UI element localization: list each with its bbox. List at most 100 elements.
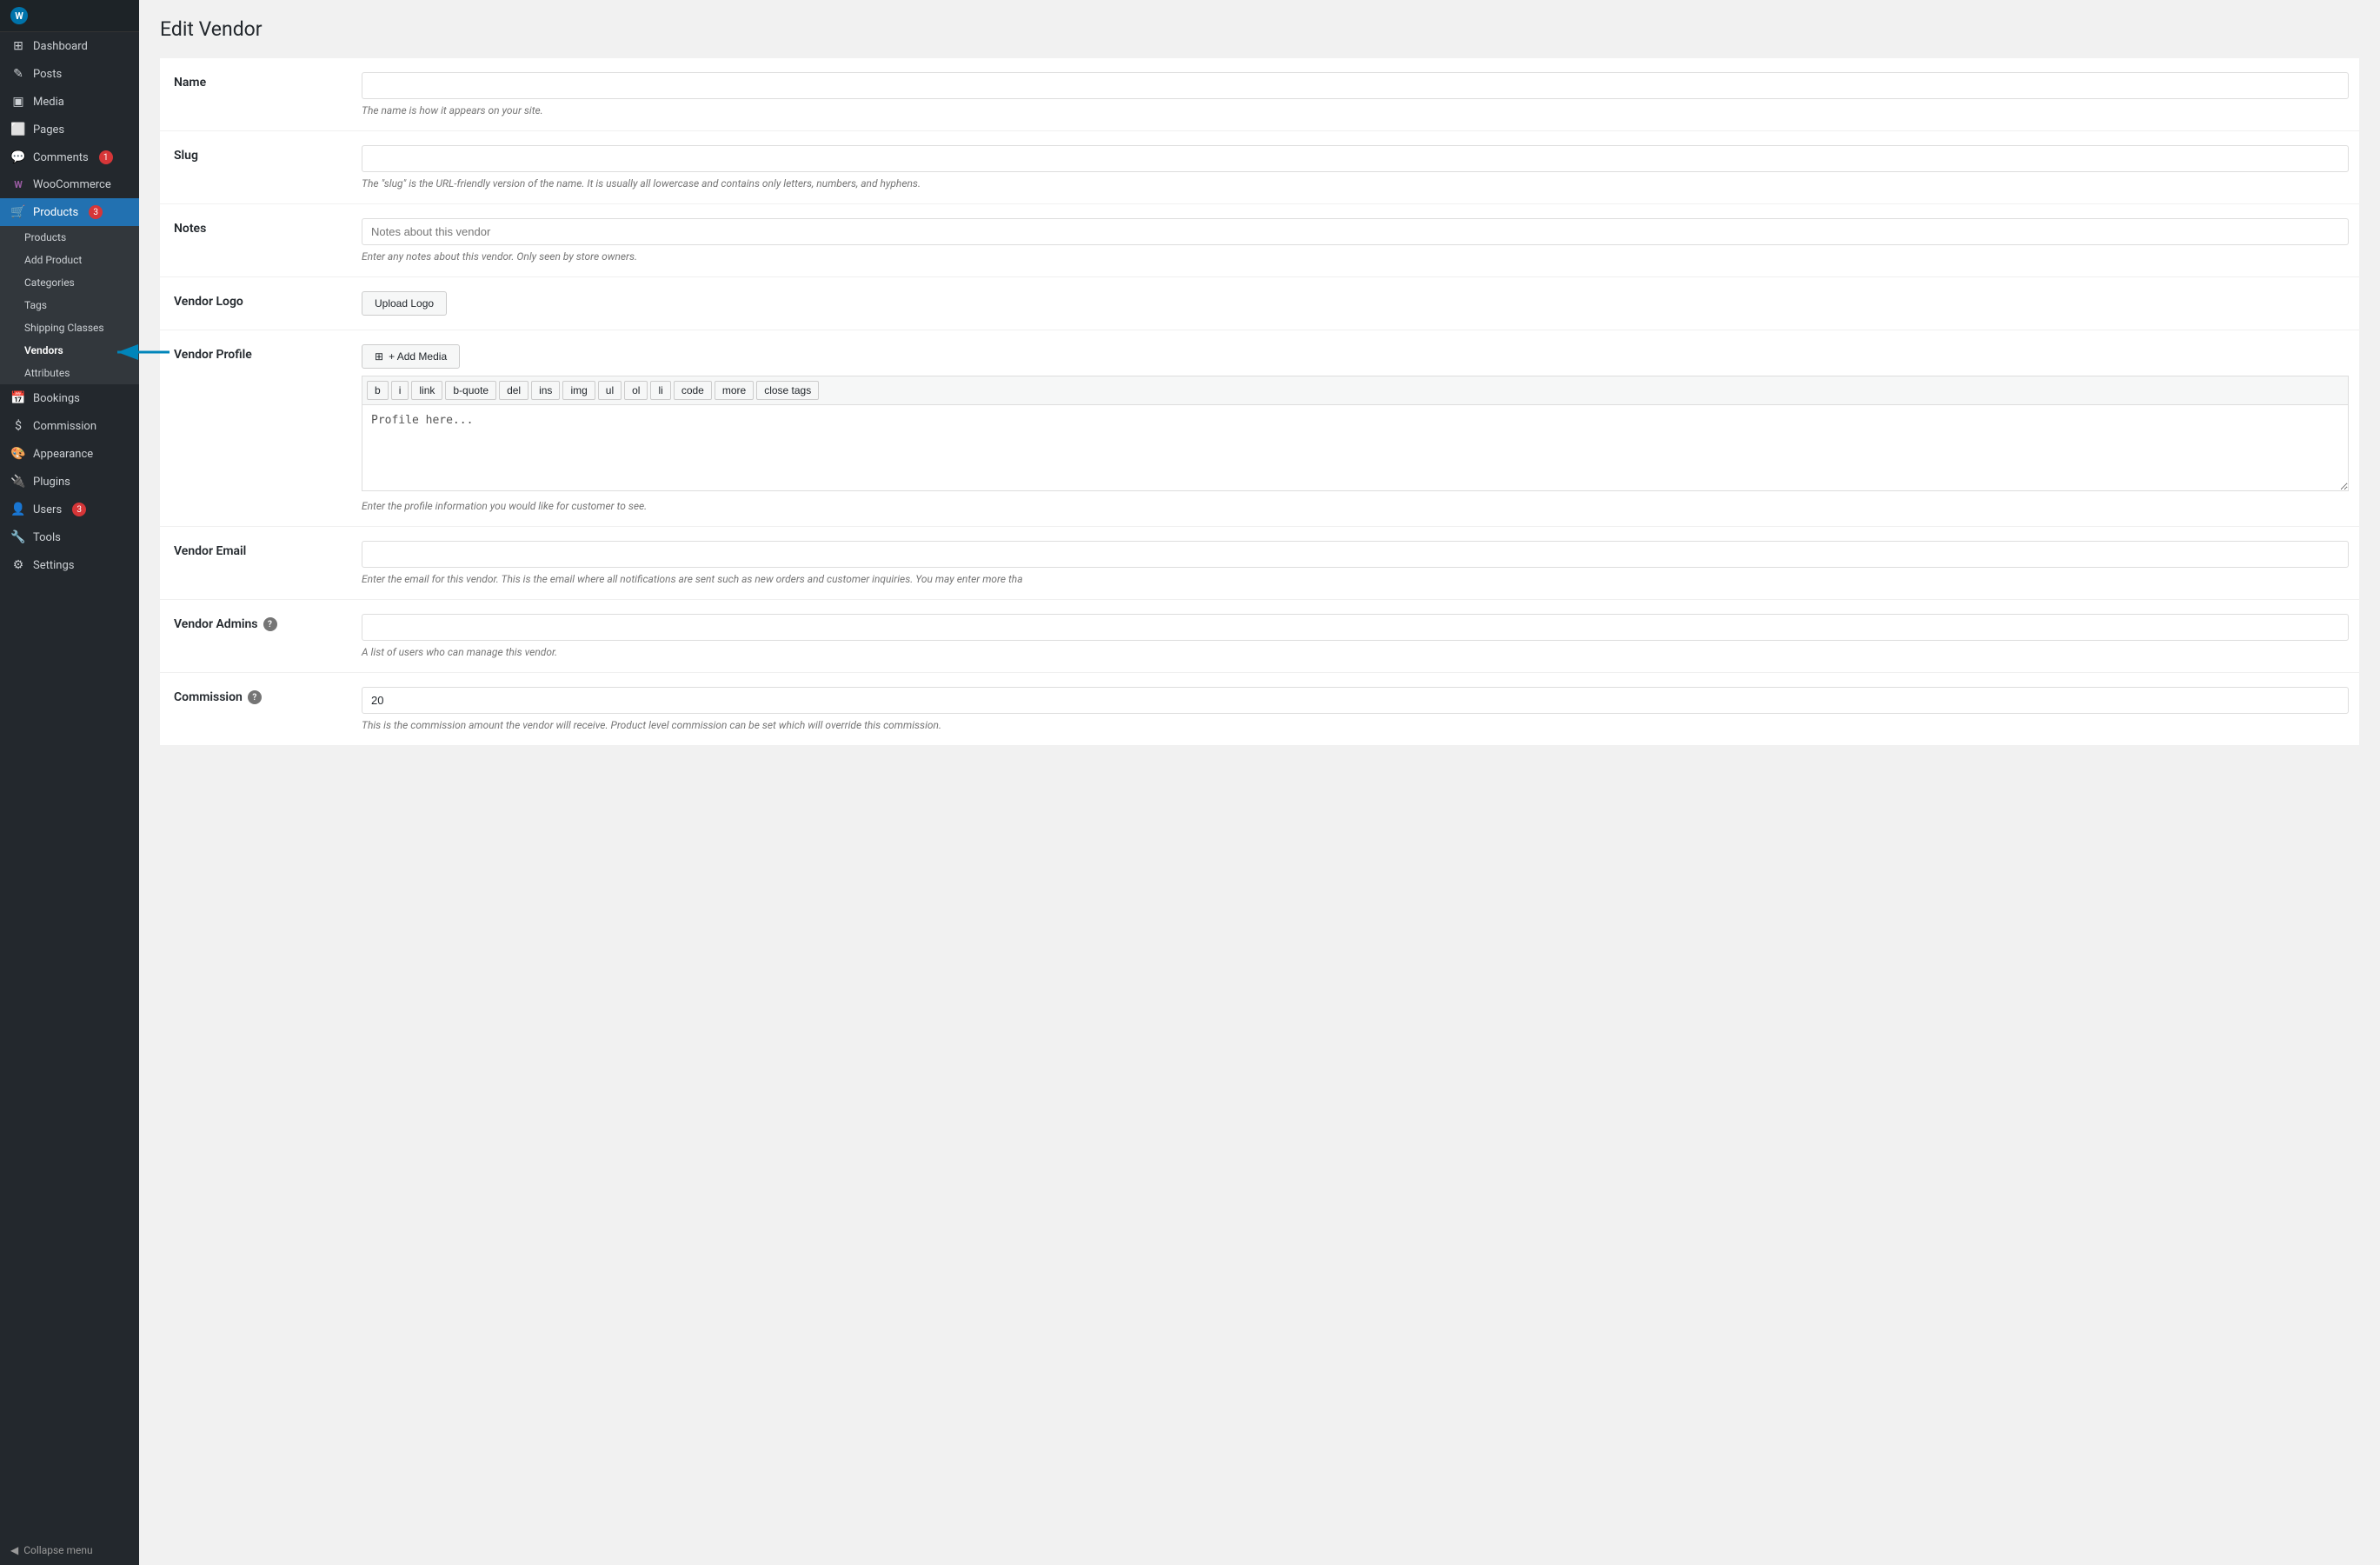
- add-media-icon: ⊞: [375, 350, 383, 363]
- plugins-icon: 🔌: [10, 475, 26, 489]
- vendor-admins-text: Vendor Admins: [174, 617, 258, 631]
- products-icon: 🛒: [10, 205, 26, 219]
- name-input[interactable]: [362, 72, 2349, 99]
- subnav-shipping-classes[interactable]: Shipping Classes: [0, 316, 139, 339]
- products-badge: 3: [89, 205, 103, 219]
- sidebar-item-label: Settings: [33, 559, 74, 572]
- slug-label: Slug: [160, 131, 351, 204]
- toolbar-btn-more[interactable]: more: [715, 381, 754, 400]
- subnav-tags[interactable]: Tags: [0, 294, 139, 316]
- toolbar-btn-ol[interactable]: ol: [624, 381, 648, 400]
- vendor-profile-row: Vendor Profile ⊞ + Add Media bilinkb-quo…: [160, 330, 2359, 527]
- toolbar-btn-li[interactable]: li: [650, 381, 670, 400]
- vendors-label: Vendors: [24, 344, 63, 356]
- sidebar-item-settings[interactable]: ⚙ Settings: [0, 551, 139, 579]
- profile-hint: Enter the profile information you would …: [362, 500, 2349, 512]
- subnav-add-product[interactable]: Add Product: [0, 249, 139, 271]
- slug-input[interactable]: [362, 145, 2349, 172]
- sidebar-item-label: Pages: [33, 123, 64, 137]
- editor-toolbar: bilinkb-quotedelinsimgulollicodemoreclos…: [362, 376, 2349, 404]
- commission-icon: $: [10, 419, 26, 433]
- site-logo: W: [0, 0, 139, 32]
- commission-label: Commission ?: [160, 673, 351, 746]
- commission-help-icon[interactable]: ?: [248, 690, 262, 704]
- settings-icon: ⚙: [10, 558, 26, 572]
- profile-editor[interactable]: Profile here...: [362, 404, 2349, 491]
- toolbar-btn-del[interactable]: del: [499, 381, 529, 400]
- name-hint: The name is how it appears on your site.: [362, 104, 2349, 117]
- sidebar-item-tools[interactable]: 🔧 Tools: [0, 523, 139, 551]
- sidebar-item-bookings[interactable]: 📅 Bookings: [0, 384, 139, 412]
- vendor-profile-label: Vendor Profile: [160, 330, 351, 527]
- vendor-logo-cell: Upload Logo: [351, 277, 2359, 330]
- toolbar-btn-b-quote[interactable]: b-quote: [445, 381, 496, 400]
- subnav-vendors[interactable]: Vendors: [0, 339, 139, 362]
- sidebar-item-media[interactable]: ▣ Media: [0, 88, 139, 116]
- name-cell: The name is how it appears on your site.: [351, 58, 2359, 131]
- upload-logo-button[interactable]: Upload Logo: [362, 291, 447, 316]
- vendor-admins-hint: A list of users who can manage this vend…: [362, 646, 2349, 658]
- subnav-categories[interactable]: Categories: [0, 271, 139, 294]
- comments-badge: 1: [99, 150, 113, 164]
- notes-hint: Enter any notes about this vendor. Only …: [362, 250, 2349, 263]
- vendor-admins-row: Vendor Admins ? A list of users who can …: [160, 600, 2359, 673]
- sidebar-item-label: Appearance: [33, 448, 93, 461]
- tools-icon: 🔧: [10, 530, 26, 544]
- sidebar-item-users[interactable]: 👤 Users 3: [0, 496, 139, 523]
- sidebar-item-products[interactable]: 🛒 Products 3: [0, 198, 139, 226]
- sidebar-item-pages[interactable]: ⬜ Pages: [0, 116, 139, 143]
- sidebar-item-posts[interactable]: ✎ Posts: [0, 60, 139, 88]
- vendor-profile-cell: ⊞ + Add Media bilinkb-quotedelinsimgulol…: [351, 330, 2359, 527]
- vendor-admins-help-icon[interactable]: ?: [263, 617, 277, 631]
- sidebar-item-label: Comments: [33, 151, 89, 164]
- notes-cell: Enter any notes about this vendor. Only …: [351, 204, 2359, 277]
- toolbar-btn-img[interactable]: img: [562, 381, 595, 400]
- products-subnav: Products Add Product Categories Tags Shi…: [0, 226, 139, 384]
- sidebar-item-label: WooCommerce: [33, 178, 111, 191]
- toolbar-btn-ins[interactable]: ins: [531, 381, 560, 400]
- commission-hint: This is the commission amount the vendor…: [362, 719, 2349, 731]
- sidebar-item-label: Users: [33, 503, 62, 516]
- vendor-email-label: Vendor Email: [160, 527, 351, 600]
- pages-icon: ⬜: [10, 123, 26, 137]
- toolbar-btn-code[interactable]: code: [674, 381, 712, 400]
- vendor-email-hint: Enter the email for this vendor. This is…: [362, 573, 2349, 585]
- sidebar-item-plugins[interactable]: 🔌 Plugins: [0, 468, 139, 496]
- main-content: Edit Vendor Name The name is how it appe…: [139, 0, 2380, 1565]
- collapse-label: Collapse menu: [23, 1544, 92, 1556]
- collapse-icon: ◀: [10, 1544, 18, 1556]
- sidebar-item-woocommerce[interactable]: W WooCommerce: [0, 171, 139, 198]
- sidebar-item-label: Products: [33, 206, 78, 219]
- toolbar-btn-close-tags[interactable]: close tags: [756, 381, 819, 400]
- sidebar-item-label: Media: [33, 96, 64, 109]
- notes-input[interactable]: [362, 218, 2349, 245]
- commission-cell: This is the commission amount the vendor…: [351, 673, 2359, 746]
- subnav-products[interactable]: Products: [0, 226, 139, 249]
- vendor-admins-cell: A list of users who can manage this vend…: [351, 600, 2359, 673]
- sidebar-item-appearance[interactable]: 🎨 Appearance: [0, 440, 139, 468]
- slug-hint: The "slug" is the URL-friendly version o…: [362, 177, 2349, 190]
- vendor-email-input[interactable]: [362, 541, 2349, 568]
- comments-icon: 💬: [10, 150, 26, 164]
- wp-icon: W: [10, 7, 28, 24]
- name-label: Name: [160, 58, 351, 131]
- collapse-menu[interactable]: ◀ Collapse menu: [0, 1535, 139, 1565]
- sidebar-item-dashboard[interactable]: ⊞ Dashboard: [0, 32, 139, 60]
- appearance-icon: 🎨: [10, 447, 26, 461]
- toolbar-btn-i[interactable]: i: [391, 381, 409, 400]
- page-title: Edit Vendor: [160, 17, 2359, 41]
- toolbar-btn-b[interactable]: b: [367, 381, 389, 400]
- toolbar-btn-ul[interactable]: ul: [598, 381, 622, 400]
- subnav-attributes[interactable]: Attributes: [0, 362, 139, 384]
- commission-input[interactable]: [362, 687, 2349, 714]
- sidebar-item-commission[interactable]: $ Commission: [0, 412, 139, 440]
- toolbar-btn-link[interactable]: link: [411, 381, 442, 400]
- slug-cell: The "slug" is the URL-friendly version o…: [351, 131, 2359, 204]
- vendor-admins-input[interactable]: [362, 614, 2349, 641]
- notes-row: Notes Enter any notes about this vendor.…: [160, 204, 2359, 277]
- sidebar-item-label: Plugins: [33, 476, 70, 489]
- posts-icon: ✎: [10, 67, 26, 81]
- add-media-button[interactable]: ⊞ + Add Media: [362, 344, 460, 369]
- add-media-label: + Add Media: [389, 350, 447, 363]
- sidebar-item-comments[interactable]: 💬 Comments 1: [0, 143, 139, 171]
